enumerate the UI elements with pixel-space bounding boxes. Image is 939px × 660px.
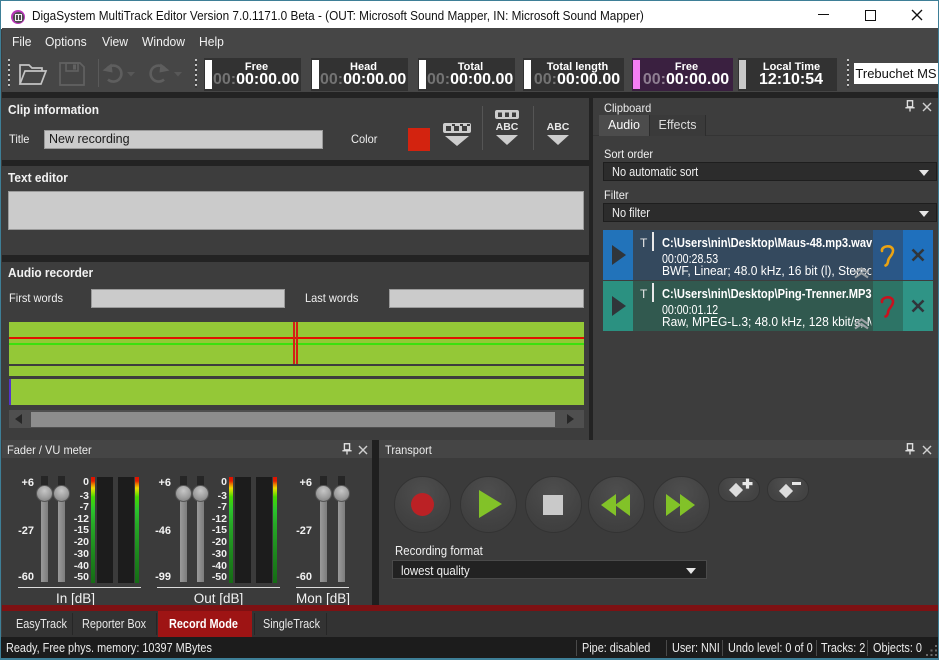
svg-text:ABC: ABC	[547, 121, 570, 133]
svg-text:ABC: ABC	[496, 121, 519, 133]
